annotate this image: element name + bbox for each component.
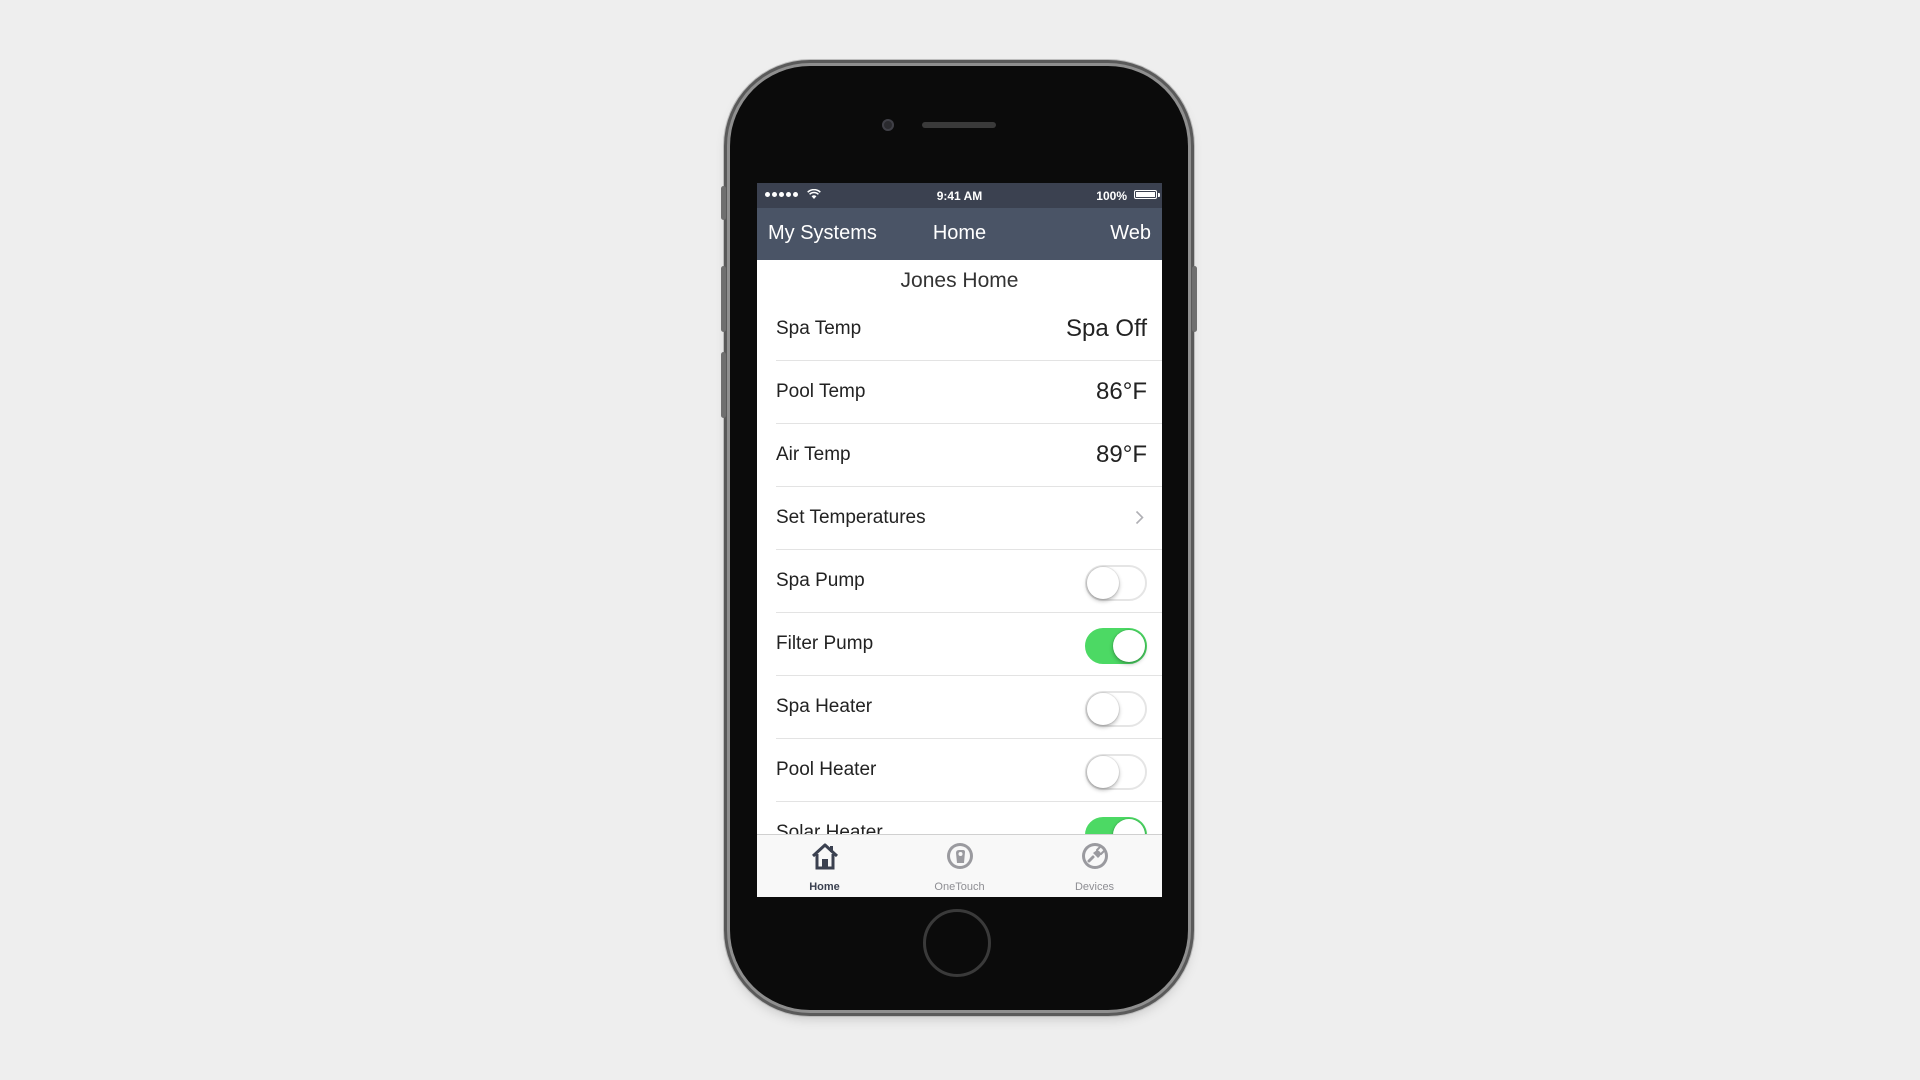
volume-up-button [721, 266, 726, 332]
front-camera [882, 119, 894, 131]
row-label: Pool Heater [776, 759, 877, 780]
navigation-bar: My Systems Home Web [757, 208, 1162, 260]
devices-icon [1081, 843, 1108, 869]
tab-bar: Home OneTouch Devices [757, 834, 1162, 897]
row-spa-pump: Spa Pump [776, 550, 1162, 613]
tab-label: Home [809, 881, 840, 893]
equipment-list: Spa Temp Spa Off Pool Temp 86°F Air Temp… [757, 298, 1162, 865]
screen: 9:41 AM 100% My Systems Home Web Jones H… [757, 183, 1162, 897]
phone-frame: 9:41 AM 100% My Systems Home Web Jones H… [721, 66, 1197, 1010]
row-air-temp[interactable]: Air Temp 89°F [776, 424, 1162, 487]
row-value: 86°F [1096, 378, 1147, 405]
system-name: Jones Home [900, 269, 1019, 292]
row-spa-temp[interactable]: Spa Temp Spa Off [776, 298, 1162, 361]
tab-label: OneTouch [934, 881, 985, 893]
home-icon [811, 843, 838, 870]
nav-title: Home [932, 222, 987, 244]
onetouch-icon [946, 843, 973, 869]
row-label: Spa Pump [776, 570, 865, 591]
home-button[interactable] [923, 909, 991, 977]
row-label: Filter Pump [776, 633, 874, 654]
row-spa-heater: Spa Heater [776, 676, 1162, 739]
row-label: Spa Heater [776, 696, 873, 717]
battery-icon [1134, 190, 1160, 199]
row-filter-pump: Filter Pump [776, 613, 1162, 676]
spa-heater-toggle[interactable] [1085, 691, 1147, 727]
tab-onetouch[interactable]: OneTouch [892, 835, 1027, 897]
chevron-right-icon [1135, 510, 1144, 525]
tab-label: Devices [1074, 881, 1115, 893]
row-value: 89°F [1096, 441, 1147, 468]
tab-home[interactable]: Home [757, 835, 892, 897]
row-label: Set Temperatures [776, 507, 926, 528]
row-pool-heater: Pool Heater [776, 739, 1162, 802]
status-bar: 9:41 AM 100% [757, 183, 1162, 208]
power-button [1192, 266, 1197, 332]
pool-heater-toggle[interactable] [1085, 754, 1147, 790]
stage: 9:41 AM 100% My Systems Home Web Jones H… [0, 0, 1920, 1080]
volume-down-button [721, 352, 726, 418]
row-set-temperatures[interactable]: Set Temperatures [776, 487, 1162, 550]
row-label: Air Temp [776, 444, 851, 465]
tab-devices[interactable]: Devices [1027, 835, 1162, 897]
spa-pump-toggle[interactable] [1085, 565, 1147, 601]
row-label: Pool Temp [776, 381, 866, 402]
battery-percentage: 100% [1096, 189, 1127, 203]
earpiece-speaker [922, 122, 996, 128]
row-value: Spa Off [1066, 315, 1147, 342]
filter-pump-toggle[interactable] [1085, 628, 1147, 664]
mute-switch [721, 186, 726, 220]
row-pool-temp[interactable]: Pool Temp 86°F [776, 361, 1162, 424]
row-label: Spa Temp [776, 318, 862, 339]
web-button[interactable]: Web [1110, 222, 1151, 245]
